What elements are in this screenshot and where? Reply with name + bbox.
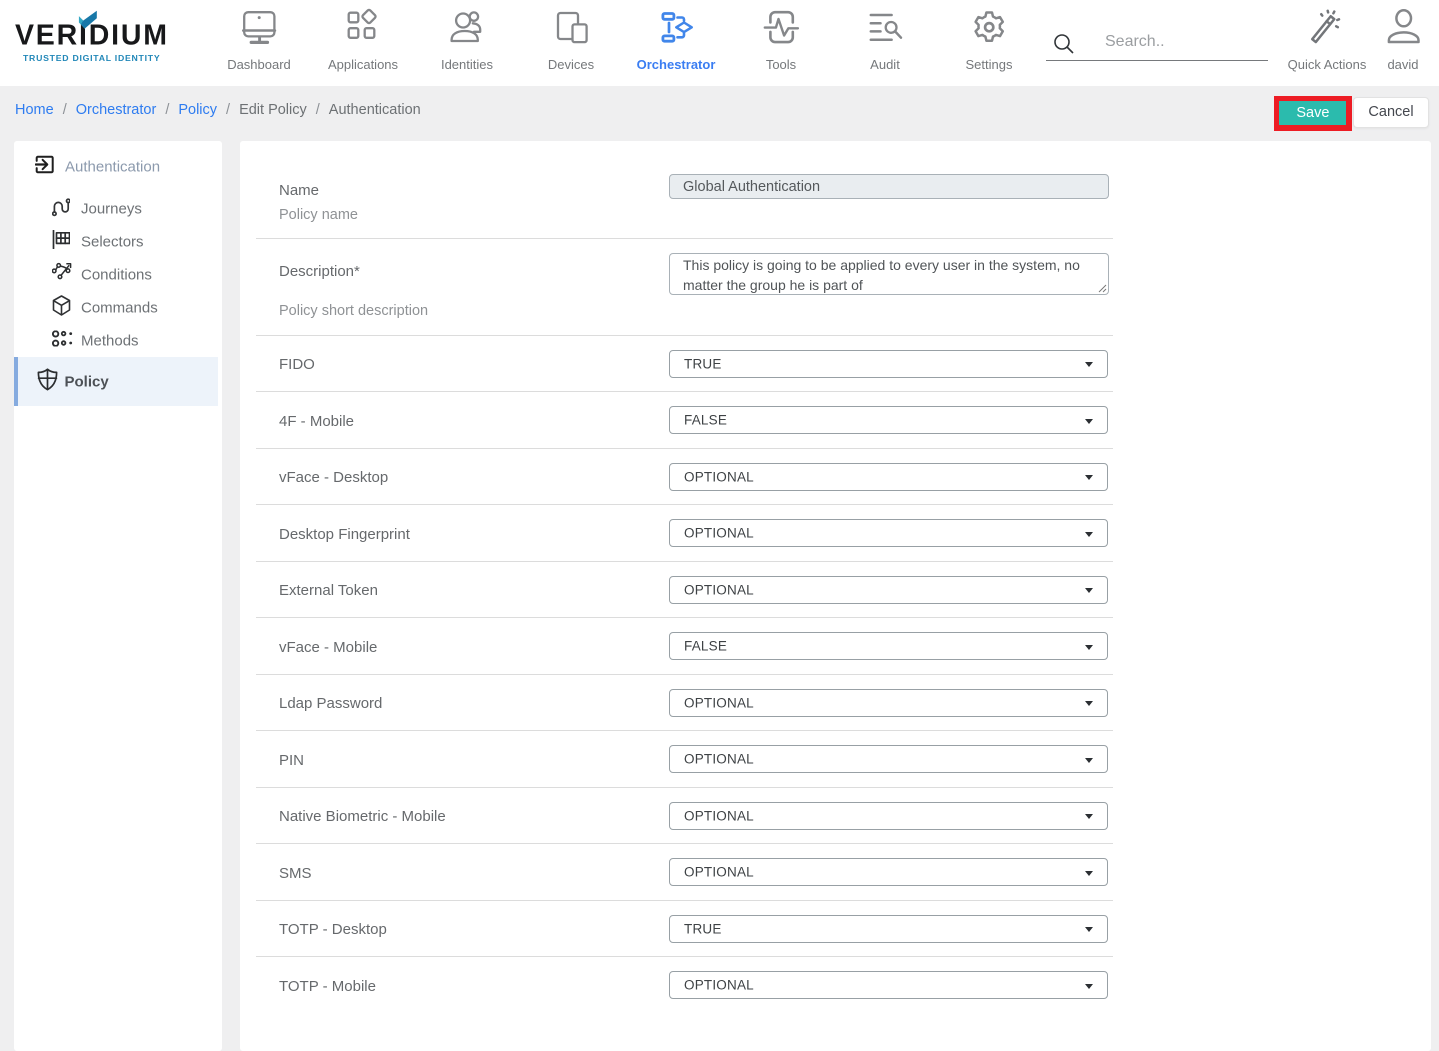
svg-text:VERIDIUM: VERIDIUM bbox=[15, 20, 169, 52]
svg-text:TRUSTED DIGITAL IDENTITY: TRUSTED DIGITAL IDENTITY bbox=[23, 53, 160, 63]
